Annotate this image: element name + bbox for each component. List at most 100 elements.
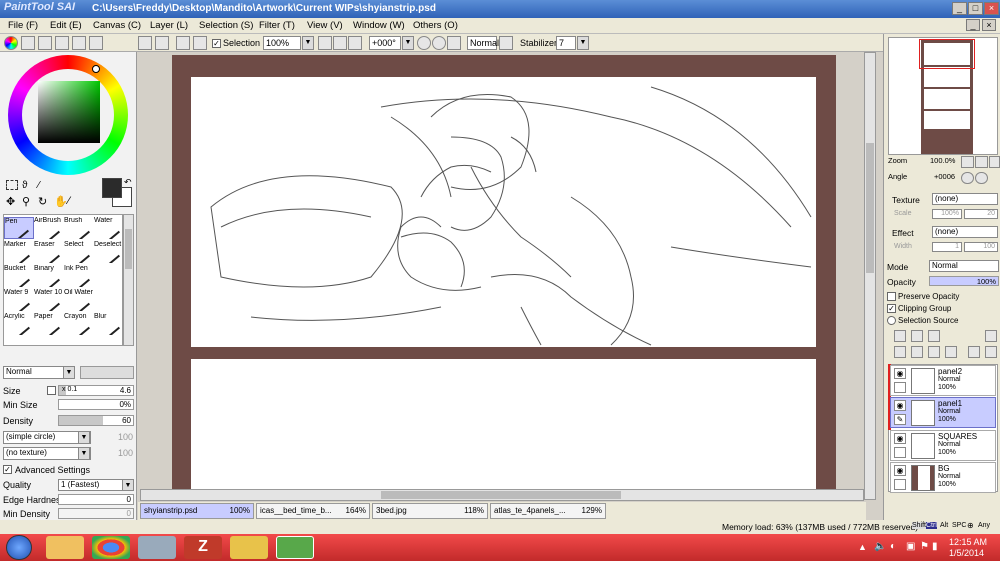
color-wheel[interactable]	[8, 55, 128, 175]
tool-cell[interactable]: Brush	[64, 217, 94, 239]
texture-select[interactable]: (none)	[932, 193, 998, 205]
doc-tab[interactable]: icas__bed_time_b... 164%	[256, 503, 370, 519]
deselect-icon[interactable]	[176, 36, 190, 50]
filezilla-taskbar-icon[interactable]: Z	[184, 536, 222, 559]
preserve-opacity-checkbox[interactable]	[887, 292, 896, 301]
color-square[interactable]	[38, 81, 100, 143]
zoom-reset-icon[interactable]	[348, 36, 362, 50]
paint-taskbar-icon[interactable]	[230, 536, 268, 559]
device-icon[interactable]: ▣	[906, 541, 915, 552]
brush-shape-dropdown-icon[interactable]: ▼	[78, 431, 90, 444]
start-button[interactable]	[6, 535, 32, 560]
tool-cell[interactable]: Deselect	[94, 241, 124, 263]
tool-cell[interactable]: Binary	[34, 265, 64, 287]
zoom-icon[interactable]: ⚲	[22, 195, 30, 208]
min-size-slider[interactable]: 0%	[58, 399, 134, 410]
color-wheel-icon[interactable]	[4, 36, 18, 50]
quality-dropdown-icon[interactable]: ▼	[122, 479, 134, 491]
clock-date[interactable]: 1/5/2014	[949, 548, 984, 558]
canvas-horizontal-scrollbar[interactable]	[140, 489, 864, 501]
layer-link-checkbox[interactable]	[894, 447, 906, 458]
tray-arrow-icon[interactable]: ▲	[858, 542, 867, 552]
lasso-icon[interactable]: ϑ	[22, 180, 27, 191]
doc-close-button[interactable]: ×	[982, 19, 996, 31]
size-slider[interactable]: x 0.1 4.6	[58, 385, 134, 396]
new-folder-icon[interactable]	[928, 330, 940, 342]
delete-layer-icon[interactable]	[945, 346, 957, 358]
tool-cell[interactable]: Water	[94, 217, 124, 239]
swatch-icon[interactable]	[55, 36, 69, 50]
zoom-in-icon[interactable]	[333, 36, 347, 50]
scratchpad-icon[interactable]	[72, 36, 86, 50]
eye-icon[interactable]: ◉	[894, 400, 906, 411]
move-icon[interactable]: ✥	[6, 195, 15, 208]
min-density-slider[interactable]: 0	[58, 508, 134, 519]
rotate-left-icon[interactable]	[417, 36, 431, 50]
navigator-viewport[interactable]	[919, 39, 975, 69]
redo-icon[interactable]	[155, 36, 169, 50]
rotate-icon[interactable]: ↻	[38, 195, 47, 208]
hsv-slider-icon[interactable]	[38, 36, 52, 50]
nav-zoom-in-icon[interactable]	[975, 156, 988, 168]
new-linework-layer-icon[interactable]	[911, 330, 923, 342]
tool-cell[interactable]: Water 9	[4, 289, 34, 311]
edge-hardness-slider[interactable]: 0	[58, 494, 134, 505]
selection-source-checkbox[interactable]	[887, 316, 896, 325]
tool-cell[interactable]: Select	[64, 241, 94, 263]
density-slider[interactable]: 60	[58, 415, 134, 426]
hand-icon[interactable]: ✋	[54, 195, 68, 208]
layer-link-checkbox[interactable]	[894, 479, 906, 490]
signal-icon[interactable]: ▮	[932, 541, 938, 552]
minimize-button[interactable]: _	[952, 2, 967, 15]
swap-colors-icon[interactable]: ↶	[124, 177, 132, 188]
menu-view[interactable]: View (V)	[307, 20, 343, 31]
layer-row-panel2[interactable]: ◉ panel2 Normal 100%	[890, 365, 996, 396]
doc-tab[interactable]: atlas_te_4panels_... 129%	[490, 503, 606, 519]
effect-select[interactable]: (none)	[932, 226, 998, 238]
layer-row-panel1[interactable]: ◉ ✎ panel1 Normal 100%	[890, 397, 996, 428]
rotation-dropdown-icon[interactable]: ▼	[402, 36, 414, 50]
rect-select-icon[interactable]	[6, 180, 18, 190]
brush-mode-dropdown-icon[interactable]: ▼	[63, 366, 75, 379]
nav-zoom-reset-icon[interactable]	[989, 156, 1000, 168]
foreground-color-swatch[interactable]	[102, 178, 122, 198]
width-strength-field[interactable]: 100	[964, 242, 998, 252]
layer-row-bg[interactable]: ◉ BG Normal 100%	[890, 462, 996, 493]
tool-grid-scrollbar[interactable]	[123, 214, 134, 346]
layer-row-squares[interactable]: ◉ SQUARES Normal 100%	[890, 430, 996, 461]
tool-cell[interactable]: Blur	[94, 313, 124, 335]
menu-canvas[interactable]: Canvas (C)	[93, 20, 141, 31]
menu-filter[interactable]: Filter (T)	[259, 20, 295, 31]
comic-panel-1[interactable]	[191, 77, 816, 347]
layer-mask-icon[interactable]	[985, 330, 997, 342]
zoom-dropdown-icon[interactable]: ▼	[302, 36, 314, 50]
rotate-right-icon[interactable]	[432, 36, 446, 50]
stabilizer-field[interactable]: 7	[556, 36, 576, 50]
eye-icon[interactable]: ◉	[894, 465, 906, 476]
pen-icon[interactable]: ✎	[894, 414, 906, 425]
document-frame[interactable]	[172, 55, 836, 495]
tool-cell[interactable]	[94, 265, 124, 287]
volume-icon[interactable]: 🔈	[874, 541, 886, 552]
eye-icon[interactable]: ◉	[894, 433, 906, 444]
tool-cell[interactable]: Bucket	[4, 265, 34, 287]
tool-cell[interactable]: Ink Pen	[64, 265, 94, 287]
eyedropper-icon[interactable]: ⁄	[68, 195, 70, 207]
undo-icon[interactable]	[138, 36, 152, 50]
clear-layer-icon[interactable]	[928, 346, 940, 358]
nav-rotate-left-icon[interactable]	[961, 172, 974, 184]
menu-selection[interactable]: Selection (S)	[199, 20, 253, 31]
nav-zoom-out-icon[interactable]	[961, 156, 974, 168]
view-icon[interactable]	[89, 36, 103, 50]
link-mask-icon[interactable]	[985, 346, 997, 358]
network-taskbar-icon[interactable]	[138, 536, 176, 559]
hue-picker-icon[interactable]	[92, 65, 100, 73]
menu-file[interactable]: File (F)	[8, 20, 38, 31]
tool-cell[interactable]: Marker	[4, 241, 34, 263]
clipping-group-checkbox[interactable]: ✓	[887, 304, 896, 313]
blend-mode-field[interactable]: Normal	[467, 36, 499, 50]
apply-mask-icon[interactable]	[968, 346, 980, 358]
tool-cell[interactable]: Crayon	[64, 313, 94, 335]
chrome-taskbar-icon[interactable]	[92, 536, 130, 559]
magic-wand-icon[interactable]: ⁄	[38, 180, 40, 191]
